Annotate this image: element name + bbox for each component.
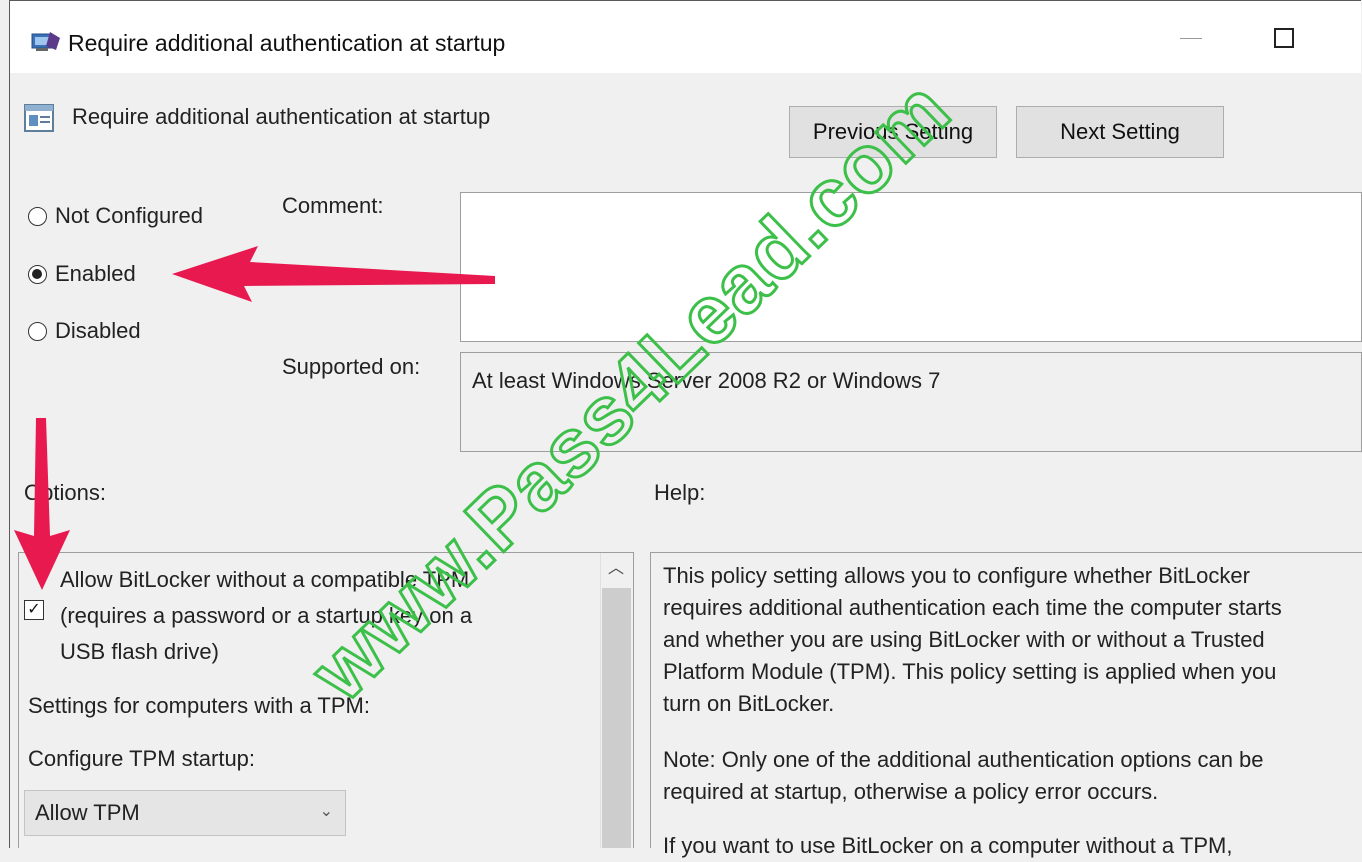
- configure-tpm-startup-label: Configure TPM startup:: [28, 746, 256, 771]
- supported-on-label: Supported on:: [282, 354, 421, 379]
- tpm-settings-label: Settings for computers with a TPM:: [28, 693, 370, 718]
- window-title: Require additional authentication at sta…: [68, 30, 506, 56]
- help-paragraph: Note: Only one of the additional authent…: [663, 747, 1264, 804]
- radio-not-configured[interactable]: Not Configured: [28, 201, 203, 231]
- policy-title: Require additional authentication at sta…: [72, 104, 491, 129]
- help-paragraph: This policy setting allows you to config…: [663, 563, 1282, 716]
- radio-enabled[interactable]: Enabled: [28, 259, 136, 289]
- next-setting-button[interactable]: Next Setting: [1016, 106, 1224, 158]
- radio-button[interactable]: [28, 206, 47, 226]
- help-paragraph: If you want to use BitLocker on a comput…: [663, 833, 1233, 858]
- chevron-down-icon: ⌄: [319, 803, 333, 820]
- radio-button[interactable]: [28, 321, 47, 341]
- radio-label: Disabled: [55, 318, 141, 343]
- previous-setting-button[interactable]: Previous Setting: [789, 106, 997, 158]
- policy-setting-icon: [24, 104, 56, 134]
- allow-bitlocker-label: Allow BitLocker without a compatible TPM…: [60, 567, 473, 664]
- comment-textarea[interactable]: [460, 192, 1362, 342]
- select-value: Allow TPM: [35, 800, 140, 825]
- supported-on-field: [460, 352, 1362, 452]
- scrollbar-thumb[interactable]: [602, 588, 631, 848]
- options-section-label: Options:: [24, 480, 106, 505]
- comment-label: Comment:: [282, 193, 384, 218]
- maximize-button[interactable]: [1274, 28, 1294, 48]
- group-policy-app-icon: [30, 28, 62, 56]
- allow-bitlocker-checkbox[interactable]: ✓: [24, 600, 44, 620]
- help-section-label: Help:: [654, 480, 706, 505]
- supported-on-value: At least Windows Server 2008 R2 or Windo…: [472, 368, 941, 393]
- scroll-up-arrow-icon[interactable]: ︿: [606, 558, 626, 580]
- minimize-button[interactable]: [1180, 38, 1202, 39]
- radio-disabled[interactable]: Disabled: [28, 316, 141, 346]
- radio-label: Not Configured: [55, 203, 203, 228]
- radio-label: Enabled: [55, 261, 136, 286]
- radio-button-selected[interactable]: [28, 264, 47, 284]
- configure-tpm-startup-select[interactable]: Allow TPM ⌄: [24, 790, 346, 836]
